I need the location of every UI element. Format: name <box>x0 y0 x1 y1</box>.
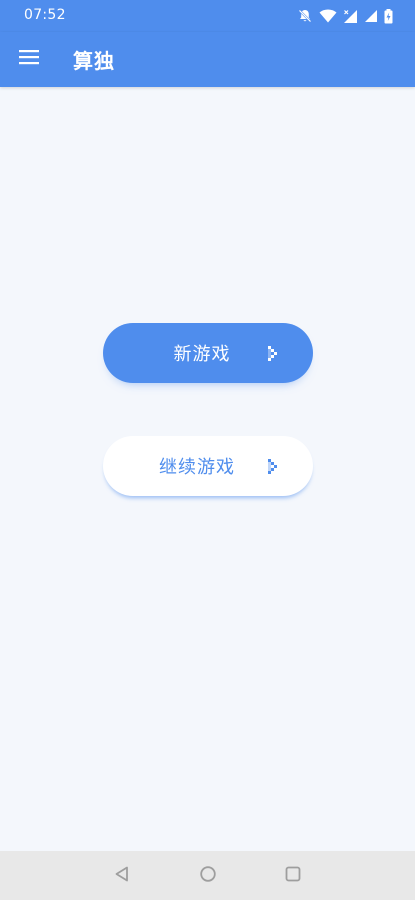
nav-home-button[interactable] <box>197 865 219 887</box>
status-time: 07:52 <box>24 7 66 23</box>
hamburger-menu-icon <box>19 49 39 69</box>
chevron-right-icon <box>267 458 279 474</box>
system-nav-bar <box>0 851 415 900</box>
nav-recents-button[interactable] <box>282 865 304 887</box>
notifications-off-icon <box>297 8 313 24</box>
new-game-label: 新游戏 <box>173 344 231 365</box>
new-game-button[interactable]: 新游戏 <box>103 323 313 383</box>
signal-icon <box>364 9 378 23</box>
app-bar: 算独 <box>0 32 415 87</box>
back-icon <box>113 865 131 887</box>
recents-icon <box>284 865 302 887</box>
wifi-icon <box>319 9 337 23</box>
nav-back-button[interactable] <box>111 865 133 887</box>
battery-charging-icon <box>384 8 393 24</box>
signal-no-data-icon <box>343 9 358 24</box>
menu-button[interactable] <box>10 40 48 78</box>
status-bar: 07:52 <box>0 0 415 32</box>
chevron-right-icon <box>267 345 279 361</box>
page-title: 算独 <box>73 49 115 73</box>
status-icons <box>297 7 393 25</box>
continue-game-button[interactable]: 继续游戏 <box>103 436 313 496</box>
continue-game-label: 继续游戏 <box>159 457 235 478</box>
home-icon <box>199 865 217 887</box>
